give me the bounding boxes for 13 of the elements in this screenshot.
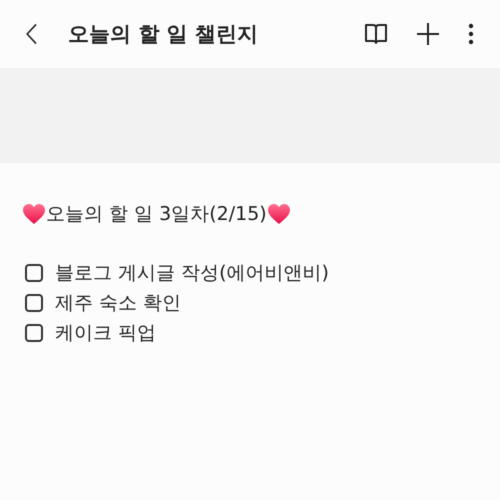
heart-icon [22,203,46,225]
add-icon[interactable] [416,22,440,46]
note-title: 오늘의 할 일 챌린지 [68,21,258,48]
checklist-item: 케이크 픽업 [55,321,156,346]
heart-icon [266,203,291,225]
book-icon[interactable] [364,23,388,45]
note-heading: 오늘의 할 일 3일차(2/15) [46,202,267,227]
checklist-item: 블로그 게시글 작성(에어비앤비) [55,261,329,286]
checkbox[interactable] [25,324,43,342]
checkbox[interactable] [25,264,43,282]
checklist-item: 제주 숙소 확인 [55,291,182,316]
checkbox[interactable] [25,294,43,312]
more-menu-icon[interactable] [468,23,474,45]
